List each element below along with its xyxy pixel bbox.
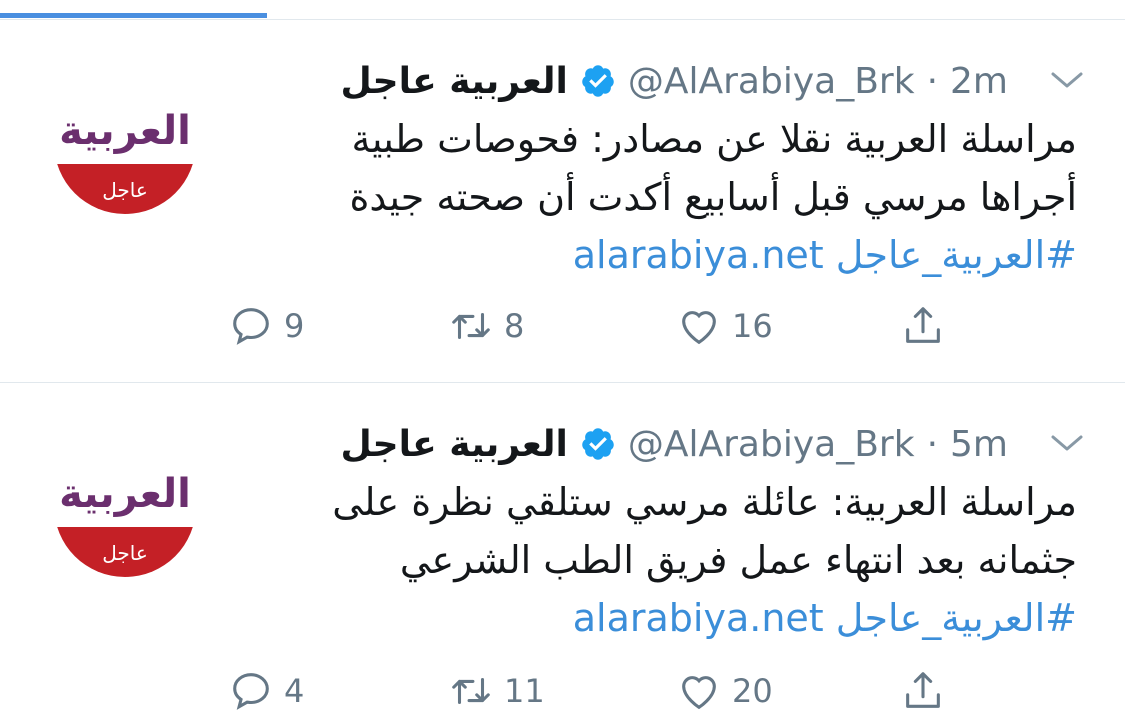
retweet-icon (452, 677, 490, 705)
tweet[interactable]: العربية عاجل العربية عاجل @AlArabiya_Brk… (0, 20, 1125, 383)
reply-count: 9 (284, 307, 305, 345)
tweet-text-line: مراسلة العربية نقلا عن مصادر: فحوصات طبي… (351, 117, 1077, 161)
avatar-badge-text: عاجل (102, 541, 148, 565)
like-count: 20 (732, 672, 773, 710)
avatar-brand-text: العربية (59, 471, 191, 517)
loading-progress-bar (0, 0, 1125, 20)
tweet-text-line: مراسلة العربية: عائلة مرسي ستلقي نظرة عل… (332, 480, 1077, 524)
reply-icon (233, 308, 269, 345)
like-button[interactable]: 20 (676, 668, 773, 714)
tweet-header: العربية عاجل @AlArabiya_Brk · 2m (228, 53, 1008, 109)
share-button[interactable] (900, 668, 946, 714)
tweet-header: العربية عاجل @AlArabiya_Brk · 5m (228, 416, 1008, 472)
retweet-count: 8 (504, 307, 525, 345)
share-icon (906, 307, 940, 343)
separator-dot: · (926, 423, 939, 465)
avatar-brand-text: العربية (59, 108, 191, 154)
display-name[interactable]: العربية عاجل (341, 61, 568, 102)
verified-badge-icon (582, 428, 614, 460)
tweet-text-line: جثمانه بعد انتهاء عمل فريق الطب الشرعي (399, 538, 1077, 582)
avatar-badge-text: عاجل (102, 178, 148, 202)
loading-progress-fill (0, 13, 267, 18)
tweet-text: مراسلة العربية نقلا عن مصادر: فحوصات طبي… (227, 110, 1077, 284)
heart-icon (682, 676, 716, 710)
retweet-button[interactable]: 8 (448, 303, 524, 349)
reply-button[interactable]: 4 (228, 668, 304, 714)
share-button[interactable] (900, 303, 946, 349)
share-icon (906, 672, 940, 708)
timestamp[interactable]: 2m (950, 61, 1008, 102)
timestamp[interactable]: 5m (950, 424, 1008, 465)
retweet-count: 11 (504, 672, 545, 710)
verified-badge-icon (582, 65, 614, 97)
tweet-actions: 4 11 20 (228, 668, 968, 718)
handle[interactable]: @AlArabiya_Brk (628, 61, 915, 102)
tweet-actions: 9 8 16 (228, 303, 968, 353)
avatar[interactable]: العربية عاجل (54, 435, 196, 577)
handle[interactable]: @AlArabiya_Brk (628, 424, 915, 465)
separator-dot: · (926, 60, 939, 102)
tweet[interactable]: العربية عاجل العربية عاجل @AlArabiya_Brk… (0, 383, 1125, 710)
retweet-button[interactable]: 11 (448, 668, 545, 714)
tweet-link-line[interactable]: #العربية_عاجل alarabiya.net (227, 589, 1077, 647)
reply-count: 4 (284, 672, 305, 710)
tweet-link-line[interactable]: #العربية_عاجل alarabiya.net (227, 226, 1077, 284)
like-button[interactable]: 16 (676, 303, 773, 349)
chevron-down-icon[interactable] (1049, 68, 1085, 92)
like-count: 16 (732, 307, 773, 345)
display-name[interactable]: العربية عاجل (341, 424, 568, 465)
reply-icon (233, 673, 269, 710)
heart-icon (682, 311, 716, 345)
retweet-icon (452, 312, 490, 340)
tweet-text: مراسلة العربية: عائلة مرسي ستلقي نظرة عل… (227, 473, 1077, 647)
tweet-text-line: أجراها مرسي قبل أسابيع أكدت أن صحته جيدة (349, 175, 1077, 219)
chevron-down-icon[interactable] (1049, 431, 1085, 455)
reply-button[interactable]: 9 (228, 303, 304, 349)
avatar[interactable]: العربية عاجل (54, 72, 196, 214)
